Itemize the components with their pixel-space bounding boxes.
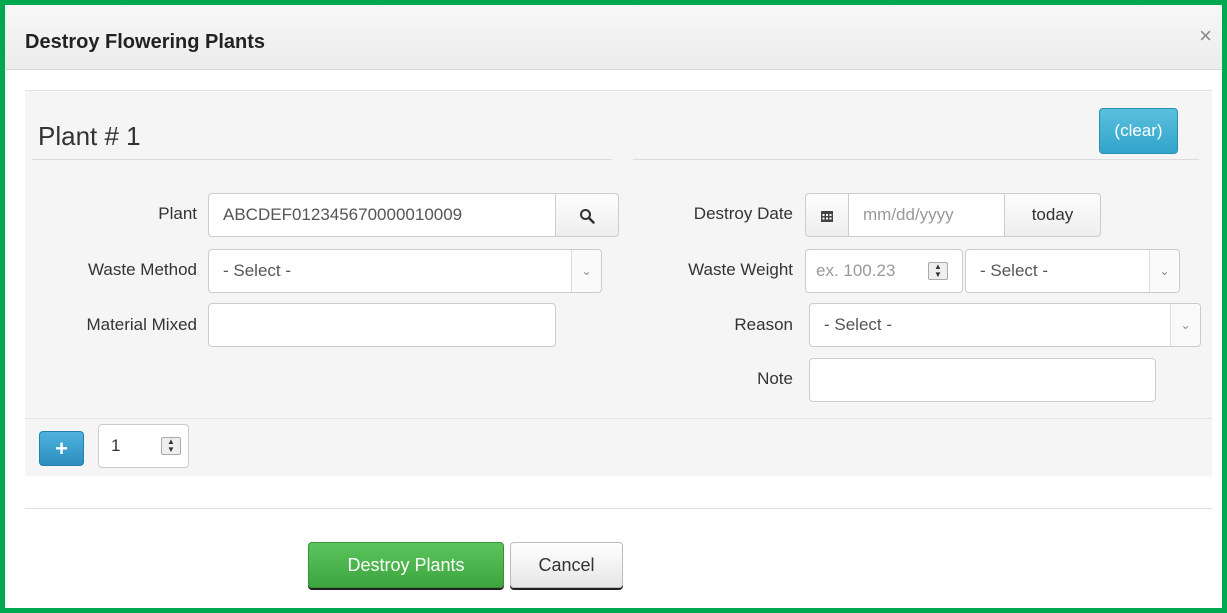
plant-input[interactable]: ABCDEF012345670000010009	[208, 193, 556, 237]
waste-weight-label: Waste Weight	[688, 260, 793, 279]
waste-weight-spinner[interactable]: ▲ ▼	[928, 262, 948, 280]
search-icon	[579, 208, 595, 224]
waste-weight-placeholder: ex. 100.23	[816, 261, 896, 280]
waste-method-value: - Select -	[223, 261, 292, 280]
chevron-down-icon: ⌄	[1170, 304, 1200, 346]
waste-unit-value: - Select -	[980, 261, 1049, 280]
destroy-date-input[interactable]: mm/dd/yyyy	[848, 193, 1005, 237]
calendar-icon[interactable]	[805, 193, 849, 237]
material-mixed-label: Material Mixed	[86, 315, 197, 334]
reason-select[interactable]: - Select - ⌄	[809, 303, 1201, 347]
plant-heading: Plant # 1	[38, 121, 141, 151]
waste-method-select[interactable]: - Select - ⌄	[208, 249, 602, 293]
destroy-plants-button[interactable]: Destroy Plants	[308, 542, 504, 588]
clear-button[interactable]: (clear)	[1099, 108, 1178, 154]
note-input[interactable]	[809, 358, 1156, 402]
chevron-down-icon: ⌄	[571, 250, 601, 292]
chevron-down-icon: ⌄	[1149, 250, 1179, 292]
close-icon[interactable]: ×	[1199, 25, 1212, 47]
reason-value: - Select -	[824, 315, 893, 334]
divider-right	[633, 159, 1199, 160]
material-mixed-input[interactable]	[208, 303, 556, 347]
waste-method-label: Waste Method	[88, 260, 197, 279]
cancel-button[interactable]: Cancel	[510, 542, 623, 588]
footer-divider	[25, 508, 1212, 509]
destroy-date-label: Destroy Date	[693, 204, 793, 223]
reason-label: Reason	[734, 315, 793, 334]
add-row-bar: + 1 ▲ ▼	[25, 418, 1212, 476]
add-plant-button[interactable]: +	[39, 431, 84, 466]
plus-icon: +	[55, 436, 68, 461]
divider-left	[32, 159, 612, 160]
modal-title: Destroy Flowering Plants	[25, 31, 266, 53]
plant-count-spinner[interactable]: ▲ ▼	[161, 437, 181, 455]
modal-header: Destroy Flowering Plants ×	[5, 5, 1222, 70]
plant-label: Plant	[158, 204, 197, 223]
waste-unit-select[interactable]: - Select - ⌄	[965, 249, 1180, 293]
plant-count-value: 1	[111, 436, 121, 455]
note-label: Note	[757, 369, 793, 388]
modal-body: Plant # 1 (clear) Plant ABCDEF0123456700…	[5, 70, 1222, 608]
today-button[interactable]: today	[1004, 193, 1101, 237]
plant-search-button[interactable]	[555, 193, 619, 237]
